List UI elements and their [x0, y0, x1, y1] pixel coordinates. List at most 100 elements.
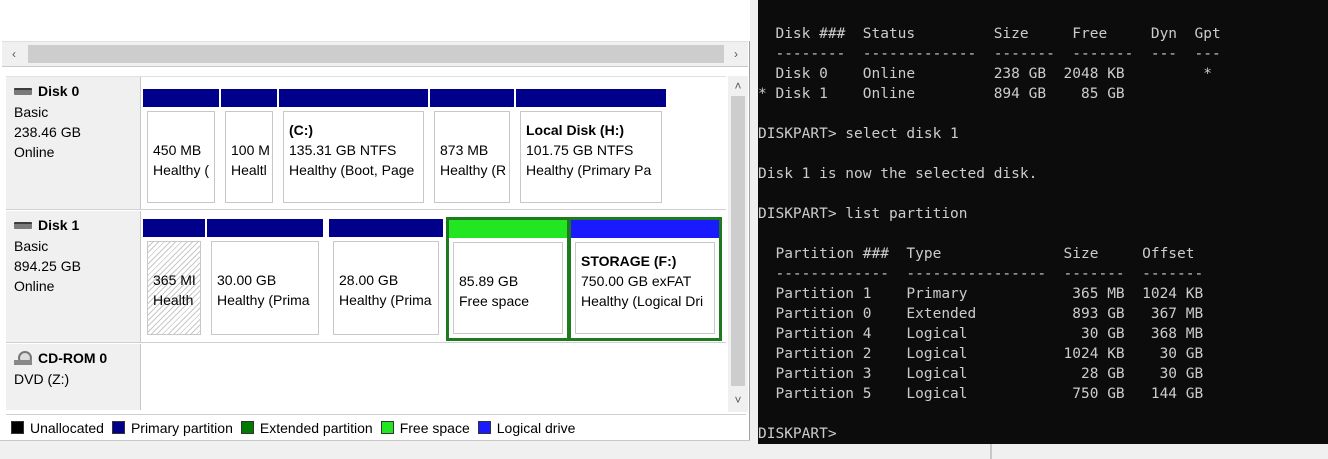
- scroll-down-icon[interactable]: ˅: [730, 392, 746, 408]
- partition-details: 85.89 GB Free space: [453, 242, 563, 334]
- partition-title: STORAGE (F:): [581, 253, 677, 269]
- partition-color-bar: [329, 219, 443, 237]
- partition-status: Healthy (Prima: [339, 292, 432, 308]
- partition-details: (C:) 135.31 GB NTFS Healthy (Boot, Page: [283, 111, 424, 203]
- disk-type: Basic: [14, 238, 49, 254]
- legend-swatch: [111, 421, 125, 434]
- partition-details: 28.00 GB Healthy (Prima: [333, 241, 439, 335]
- partition-status: Free space: [459, 293, 530, 309]
- scroll-up-icon[interactable]: ˄: [730, 78, 746, 94]
- partition-title: [440, 120, 504, 140]
- partition-details: 100 M Healtl: [225, 111, 273, 203]
- partition-color-bar: [279, 89, 428, 107]
- partition-size: 873 MB: [440, 142, 489, 158]
- legend-label: Extended partition: [259, 419, 373, 436]
- disk-management-pane: ‹ › Disk 0 Basic 238.46 GB Online 450 MB…: [0, 0, 750, 459]
- partition-color-bar: [430, 89, 514, 107]
- disk-status: Online: [14, 278, 55, 294]
- partition-block[interactable]: 100 M Healtl: [221, 89, 277, 207]
- partition-title: Local Disk (H:): [526, 122, 625, 138]
- legend-item: Free space: [380, 419, 470, 436]
- partition-status: Health: [153, 292, 194, 308]
- partition-status: Healthy (R: [440, 162, 507, 178]
- legend-label: Unallocated: [30, 419, 104, 436]
- legend: Unallocated Primary partition Extended par…: [6, 414, 746, 440]
- partition-size: 135.31 GB NTFS: [289, 142, 397, 158]
- disk-row-0[interactable]: Disk 0 Basic 238.46 GB Online 450 MB Heal…: [6, 77, 726, 210]
- partition-details: Local Disk (H:) 101.75 GB NTFS Healthy (Pr…: [520, 111, 662, 203]
- partition-status: Healthy (Prima: [217, 292, 310, 308]
- disk-size: 238.46 GB: [14, 124, 81, 140]
- partition-block[interactable]: 30.00 GB Healthy (Prima: [207, 219, 323, 339]
- partition-block[interactable]: 450 MB Healthy (: [143, 89, 219, 207]
- partition-color-bar: [207, 219, 323, 237]
- partition-block[interactable]: STORAGE (F:) 750.00 GB exFAT Healthy (Logi…: [568, 217, 722, 341]
- disk-name: Disk 1: [38, 217, 80, 233]
- disk-info-0[interactable]: Disk 0 Basic 238.46 GB Online: [6, 77, 141, 209]
- cdrom-type: DVD (Z:): [14, 371, 70, 387]
- legend-label: Primary partition: [130, 419, 233, 436]
- partition-block[interactable]: Local Disk (H:) 101.75 GB NTFS Healthy (Pr…: [516, 89, 666, 207]
- partition-details: 450 MB Healthy (: [147, 111, 215, 203]
- disk-row-1[interactable]: Disk 1 Basic 894.25 GB Online 365 MI Heal…: [6, 211, 726, 343]
- partition-block[interactable]: 28.00 GB Healthy (Prima: [329, 219, 443, 339]
- partition-block[interactable]: 365 MI Health: [143, 219, 205, 339]
- disk-status: Online: [14, 144, 55, 160]
- partition-block[interactable]: 873 MB Healthy (R: [430, 89, 514, 207]
- legend-label: Free space: [399, 419, 470, 436]
- vertical-scrollbar[interactable]: ˄ ˅: [728, 76, 748, 412]
- partition-details: 365 MI Health: [147, 241, 201, 335]
- horizontal-scrollbar[interactable]: ‹ ›: [2, 41, 748, 67]
- disk-info-1[interactable]: Disk 1 Basic 894.25 GB Online: [6, 211, 141, 342]
- taskbar-strip: [758, 444, 1328, 459]
- cdrom-name: CD-ROM 0: [38, 350, 108, 366]
- partition-size: 85.89 GB: [459, 273, 519, 289]
- partition-color-bar: [143, 219, 205, 237]
- partition-status: Healthy (Primary Pa: [526, 162, 652, 178]
- partition-size: 101.75 GB NTFS: [526, 142, 634, 158]
- partition-block[interactable]: 85.89 GB Free space: [446, 217, 570, 341]
- console-output: Disk ### Status Size Free Dyn Gpt ------…: [758, 26, 1221, 442]
- hard-disk-icon: [14, 221, 32, 229]
- diskpart-console[interactable]: Disk ### Status Size Free Dyn Gpt ------…: [758, 0, 1328, 444]
- partition-details: 30.00 GB Healthy (Prima: [211, 241, 319, 335]
- legend-swatch: [380, 421, 394, 434]
- disk-size: 894.25 GB: [14, 258, 81, 274]
- partition-details: STORAGE (F:) 750.00 GB exFAT Healthy (Logi…: [575, 242, 715, 334]
- partition-title: [217, 250, 313, 270]
- partition-title: [339, 250, 433, 270]
- disk-graphical-view: Disk 0 Basic 238.46 GB Online 450 MB Heal…: [6, 76, 726, 410]
- partition-color-bar: [143, 89, 219, 107]
- disk-name: Disk 0: [38, 83, 80, 99]
- partition-size: 28.00 GB: [339, 272, 399, 288]
- scroll-right-icon[interactable]: ›: [728, 46, 744, 62]
- partition-title: [459, 251, 557, 271]
- legend-item: Logical drive: [477, 419, 576, 436]
- volume-list-area: [0, 0, 750, 41]
- legend-label: Logical drive: [496, 419, 576, 436]
- partition-color-bar: [449, 220, 567, 238]
- legend-swatch: [11, 421, 24, 434]
- legend-item: Unallocated: [11, 420, 104, 436]
- partition-status: Healthy (Logical Dri: [581, 293, 704, 309]
- partition-size: 450 MB: [153, 142, 202, 158]
- vertical-scroll-thumb[interactable]: [731, 96, 745, 386]
- window-divider: [750, 0, 758, 459]
- partition-size: 100 M: [231, 142, 270, 158]
- partition-status: Healtl: [231, 162, 267, 178]
- partition-block[interactable]: (C:) 135.31 GB NTFS Healthy (Boot, Page: [279, 89, 428, 207]
- cdrom-row[interactable]: CD-ROM 0 DVD (Z:): [6, 344, 726, 410]
- partition-status: Healthy (Boot, Page: [289, 162, 415, 178]
- partition-color-bar: [571, 220, 719, 238]
- legend-item: Primary partition: [111, 419, 233, 436]
- cdrom-info[interactable]: CD-ROM 0 DVD (Z:): [6, 344, 141, 410]
- scroll-left-icon[interactable]: ‹: [6, 46, 22, 62]
- horizontal-scroll-thumb[interactable]: [28, 45, 724, 63]
- partition-details: 873 MB Healthy (R: [434, 111, 510, 203]
- status-bar: [0, 440, 750, 459]
- hard-disk-icon: [14, 87, 32, 95]
- disk-type: Basic: [14, 104, 49, 120]
- partition-color-bar: [221, 89, 277, 107]
- partition-size: 30.00 GB: [217, 272, 277, 288]
- partition-title: [231, 120, 267, 140]
